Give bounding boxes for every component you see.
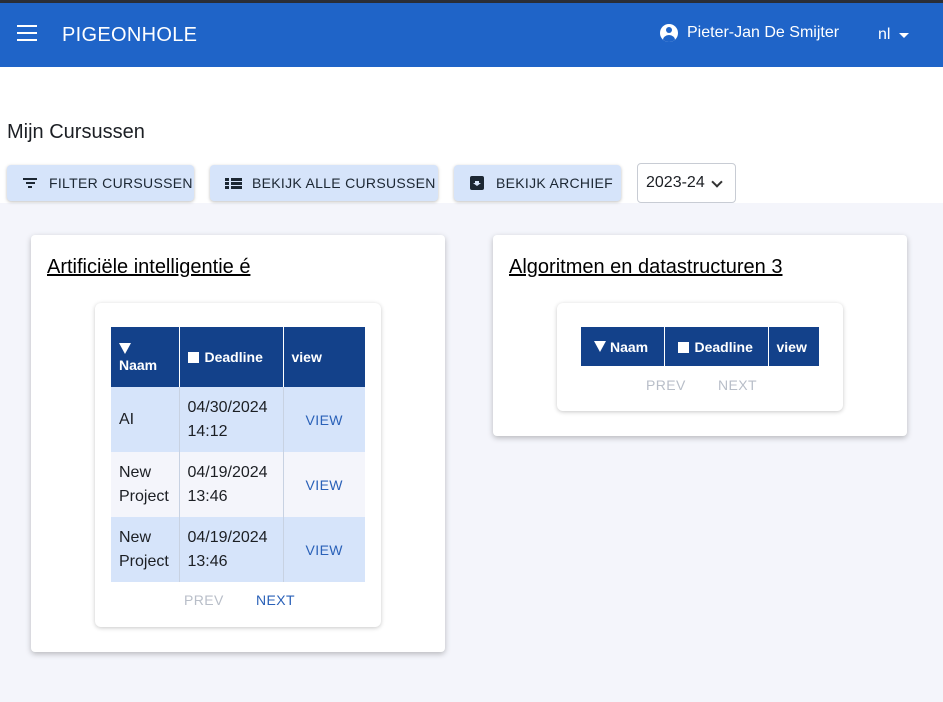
- view-link[interactable]: VIEW: [292, 408, 358, 432]
- project-name: New Project: [111, 452, 180, 517]
- course-title-link[interactable]: Artificiële intelligentie é: [47, 256, 250, 279]
- archive-icon: [470, 176, 484, 190]
- projects-table: Naam Deadline view AI 04/30/2024 14:12 VI…: [111, 327, 365, 582]
- next-button[interactable]: NEXT: [256, 592, 295, 608]
- table-header-row: Naam Deadline view: [581, 327, 819, 366]
- prev-button[interactable]: PREV: [646, 377, 686, 393]
- table-row: AI 04/30/2024 14:12 VIEW: [111, 387, 365, 452]
- view-all-courses-label: BEKIJK ALLE CURSUSSEN: [252, 175, 436, 191]
- project-deadline: 04/19/2024 13:46: [179, 517, 284, 582]
- next-button[interactable]: NEXT: [718, 377, 757, 393]
- year-select[interactable]: 2023-24: [637, 163, 736, 203]
- filter-courses-label: FILTER CURSUSSEN: [49, 175, 193, 191]
- unsorted-icon: [677, 341, 689, 353]
- menu-icon[interactable]: [17, 25, 37, 45]
- view-link[interactable]: VIEW: [292, 538, 358, 562]
- column-header-deadline[interactable]: Deadline: [664, 327, 769, 366]
- user-name: Pieter-Jan De Smijter: [687, 24, 840, 41]
- view-cell: VIEW: [283, 387, 365, 452]
- column-header-view: view: [768, 327, 819, 366]
- view-archive-button[interactable]: BEKIJK ARCHIEF: [454, 165, 621, 201]
- sort-desc-icon: [119, 343, 131, 354]
- view-cell: VIEW: [283, 452, 365, 517]
- project-deadline: 04/19/2024 13:46: [179, 452, 284, 517]
- view-cell: VIEW: [283, 517, 365, 582]
- column-header-name[interactable]: Naam: [581, 327, 665, 366]
- app-brand[interactable]: PIGEONHOLE: [62, 24, 197, 47]
- view-all-courses-button[interactable]: BEKIJK ALLE CURSUSSEN: [210, 165, 438, 201]
- column-header-name[interactable]: Naam: [111, 327, 180, 387]
- sort-desc-icon: [594, 340, 606, 352]
- table-row: New Project 04/19/2024 13:46 VIEW: [111, 517, 365, 582]
- column-header-view: view: [283, 327, 365, 387]
- year-value: 2023-24: [646, 174, 705, 191]
- user-menu[interactable]: Pieter-Jan De Smijter: [660, 24, 839, 42]
- course-card: Artificiële intelligentie é Naam Deadlin…: [31, 235, 445, 652]
- filter-icon: [23, 177, 37, 189]
- page-title: Mijn Cursussen: [7, 121, 145, 143]
- unsorted-icon: [187, 352, 199, 363]
- caret-down-icon: [899, 32, 910, 38]
- view-link[interactable]: VIEW: [292, 473, 358, 497]
- projects-table: Naam Deadline view: [581, 327, 819, 366]
- account-circle-icon: [660, 24, 678, 42]
- chevron-down-icon: [711, 176, 723, 188]
- projects-table-container: Naam Deadline view AI 04/30/2024 14:12 VI…: [95, 303, 381, 627]
- column-header-deadline[interactable]: Deadline: [179, 327, 284, 387]
- table-row: New Project 04/19/2024 13:46 VIEW: [111, 452, 365, 517]
- course-title-link[interactable]: Algoritmen en datastructuren 3: [509, 256, 783, 279]
- language-selector[interactable]: nl: [878, 26, 910, 44]
- table-header-row: Naam Deadline view: [111, 327, 365, 387]
- app-bar: PIGEONHOLE Pieter-Jan De Smijter nl: [0, 3, 943, 67]
- view-archive-label: BEKIJK ARCHIEF: [496, 175, 614, 191]
- project-name: AI: [111, 387, 180, 452]
- course-card: Algoritmen en datastructuren 3 Naam Dead…: [493, 235, 907, 436]
- project-name: New Project: [111, 517, 180, 582]
- projects-table-container: Naam Deadline view PREV NEXT: [557, 303, 843, 411]
- language-code: nl: [878, 26, 891, 43]
- project-deadline: 04/30/2024 14:12: [179, 387, 284, 452]
- prev-button[interactable]: PREV: [184, 592, 224, 608]
- list-icon: [224, 177, 242, 189]
- filter-courses-button[interactable]: FILTER CURSUSSEN: [7, 165, 194, 201]
